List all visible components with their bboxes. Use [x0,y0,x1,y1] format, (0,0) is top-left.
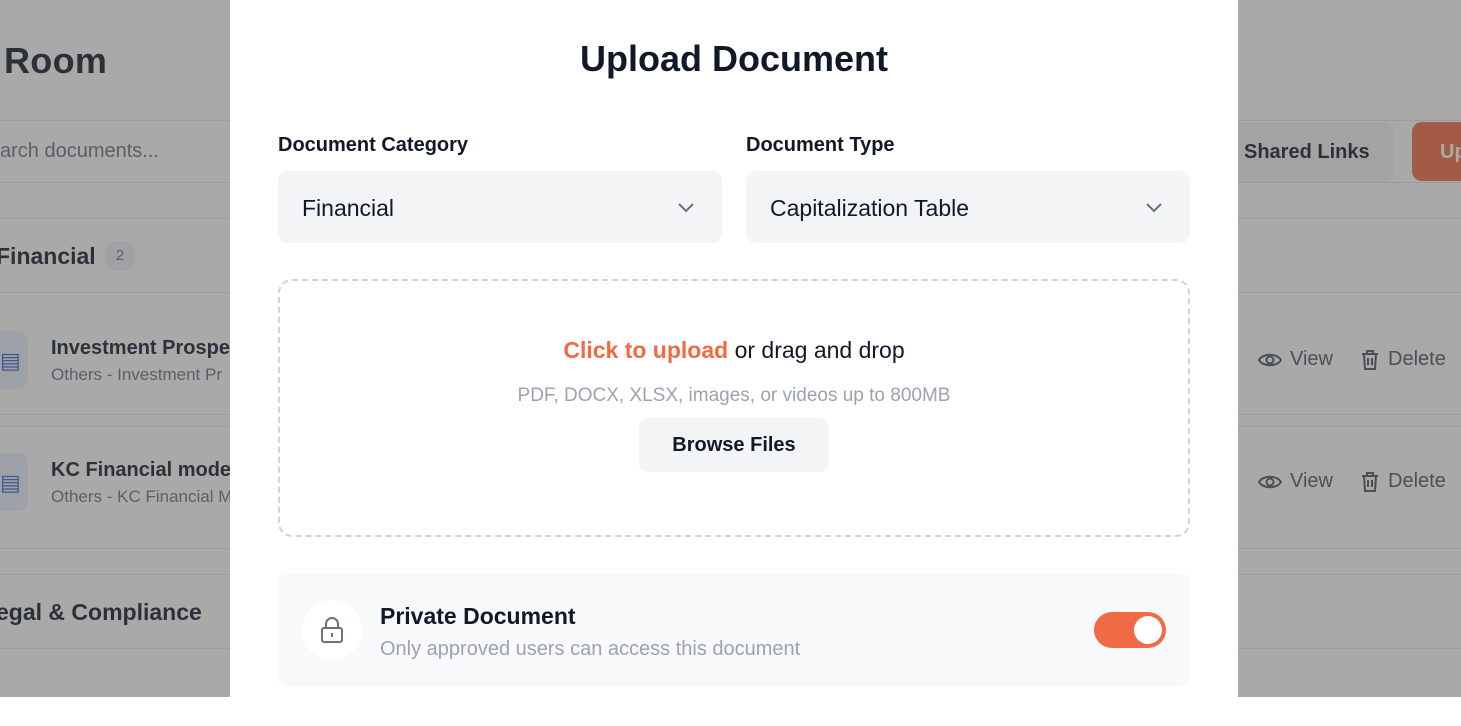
lock-icon-container [302,600,362,660]
type-value: Capitalization Table [770,195,969,222]
category-select[interactable]: Financial [278,171,722,243]
private-document-toggle[interactable] [1094,612,1166,648]
type-label: Document Type [746,134,895,157]
file-dropzone[interactable]: Click to upload or drag and drop PDF, DO… [278,279,1190,537]
upload-document-modal: Upload Document Document Category Financ… [230,0,1238,726]
modal-title: Upload Document [230,38,1238,80]
chevron-down-icon [1144,197,1164,217]
browse-files-button[interactable]: Browse Files [639,418,829,472]
lock-icon [320,616,344,644]
chevron-down-icon [676,197,696,217]
private-document-card: Private Document Only approved users can… [278,573,1190,687]
category-label: Document Category [278,134,468,157]
drag-drop-text: or drag and drop [728,337,904,363]
private-document-subtitle: Only approved users can access this docu… [380,638,800,661]
click-to-upload-link[interactable]: Click to upload [563,337,728,363]
private-document-title: Private Document [380,603,576,630]
dropzone-instruction: Click to upload or drag and drop [280,337,1188,364]
category-value: Financial [302,195,394,222]
type-select[interactable]: Capitalization Table [746,171,1190,243]
toggle-knob [1134,616,1162,644]
dropzone-hint: PDF, DOCX, XLSX, images, or videos up to… [280,385,1188,407]
